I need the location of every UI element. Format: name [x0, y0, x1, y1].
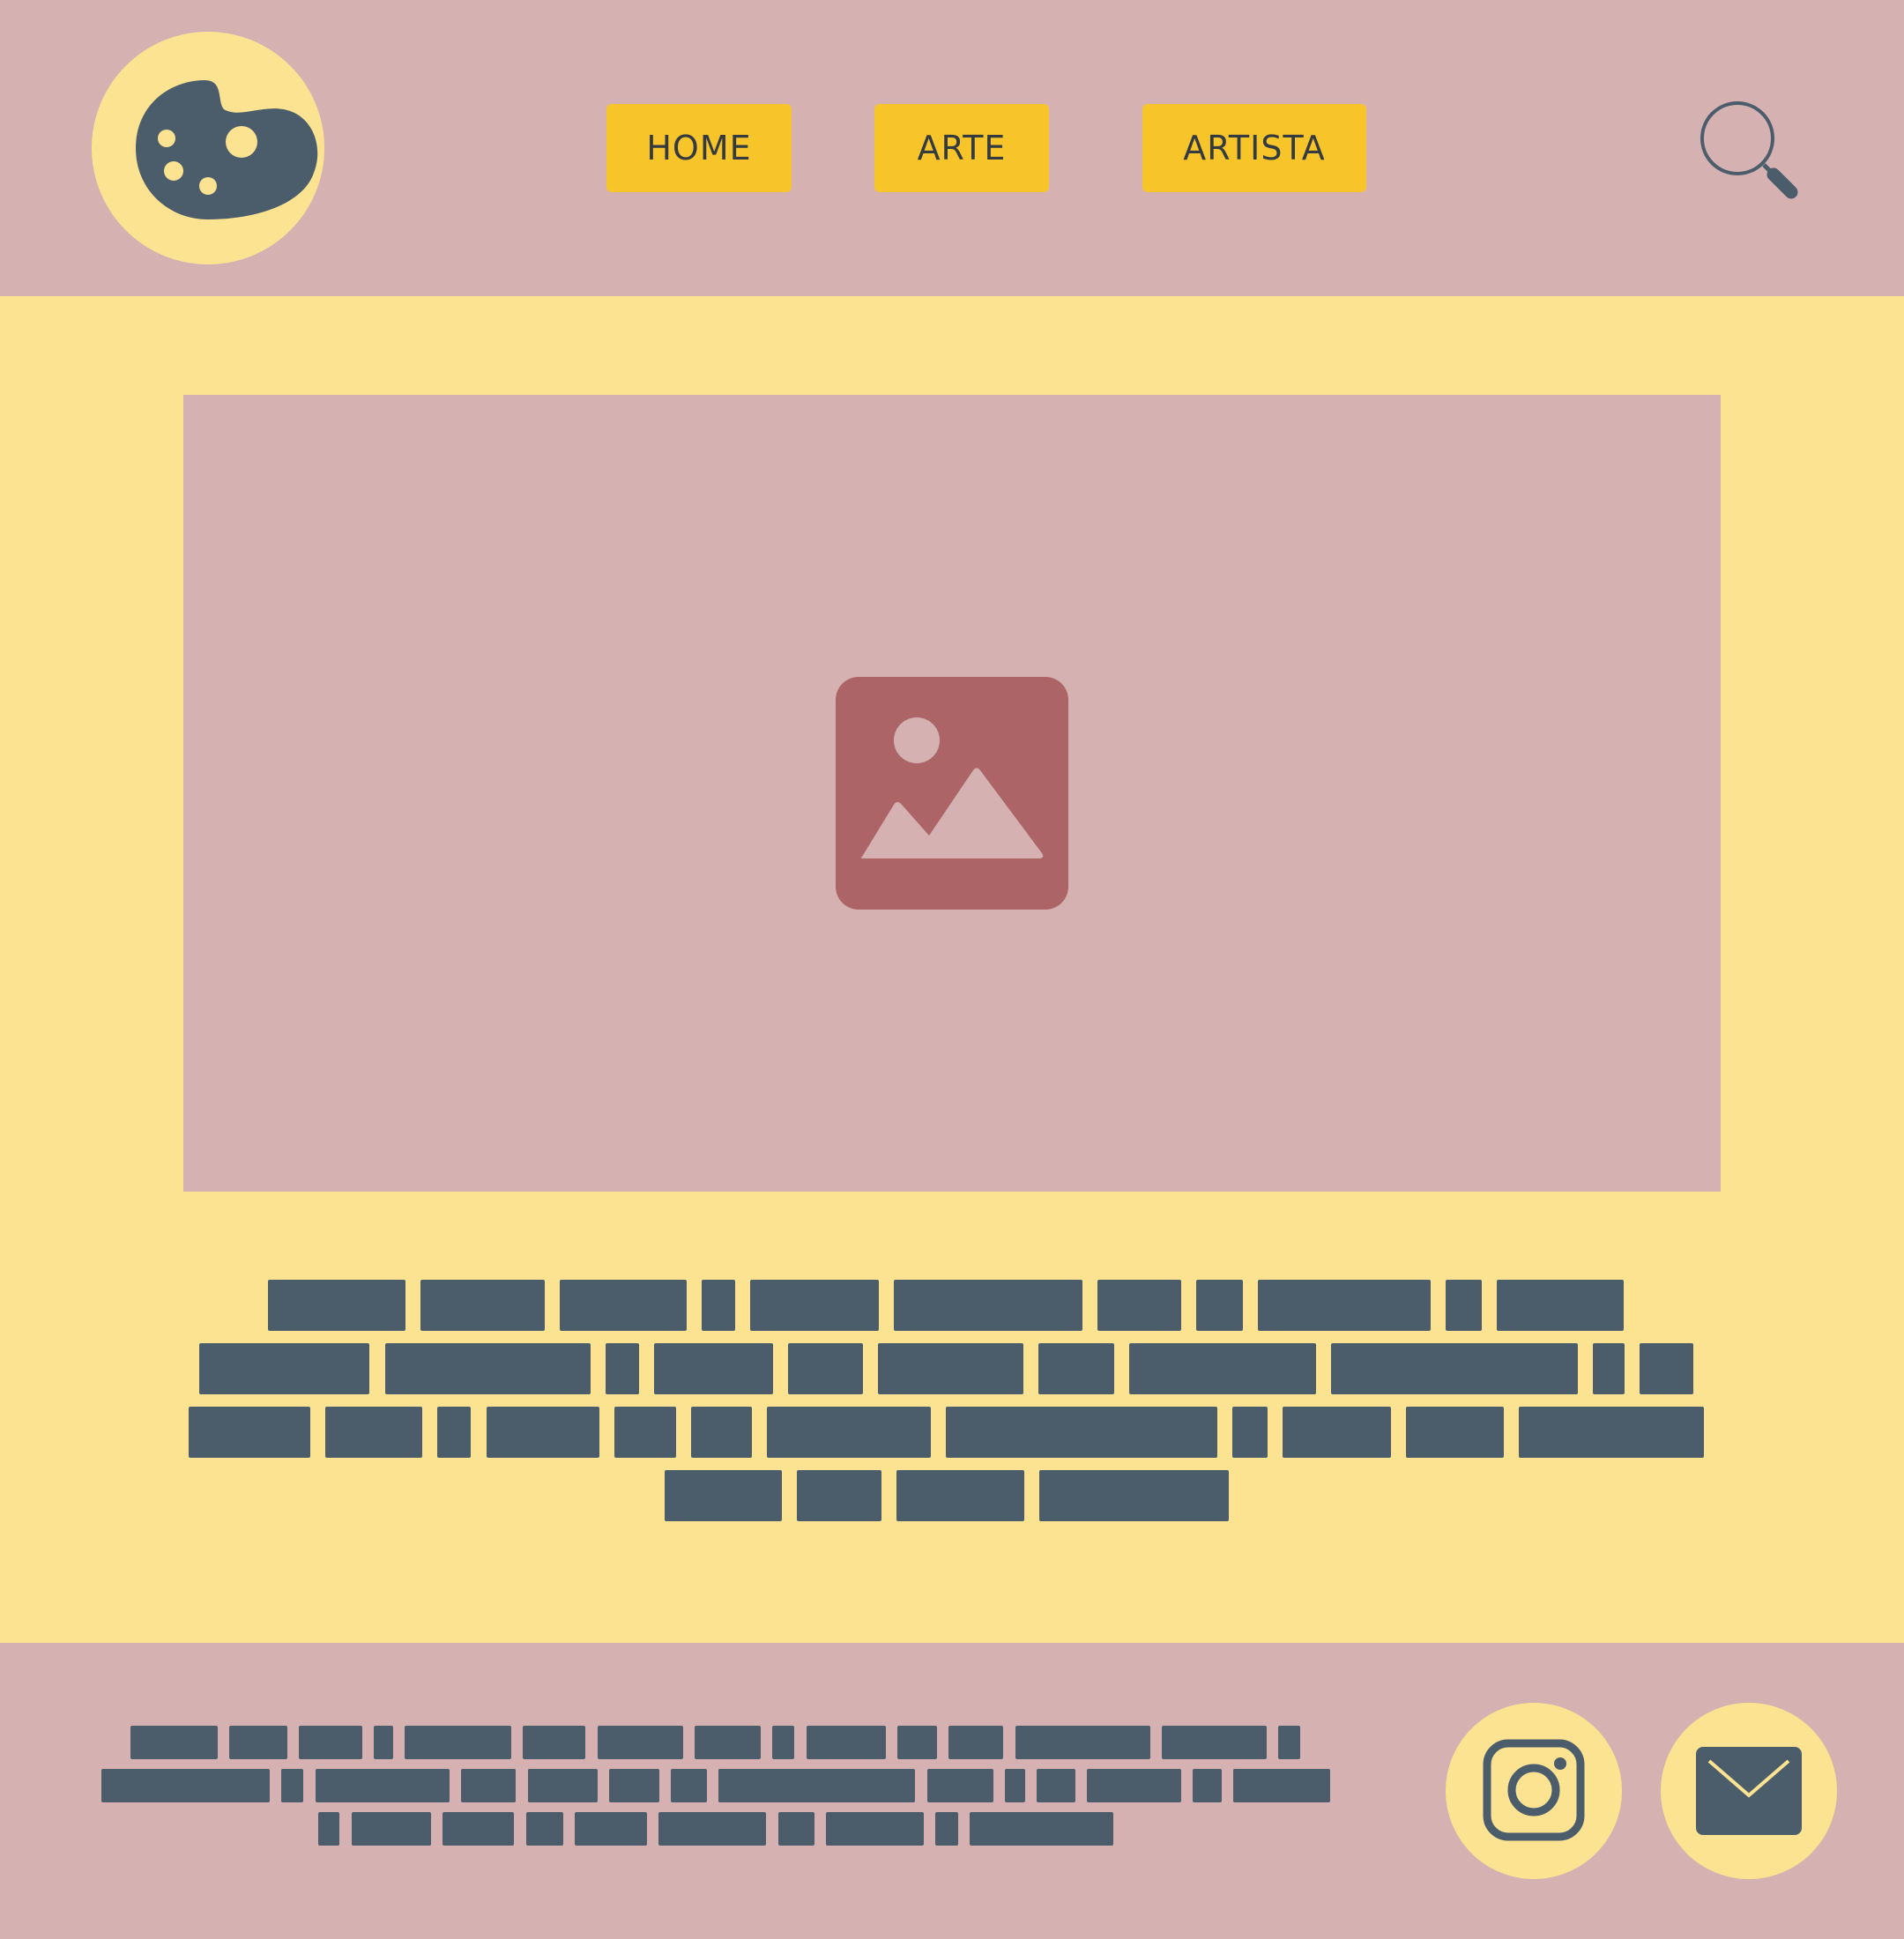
- text-word: [281, 1769, 303, 1802]
- text-word: [1162, 1726, 1267, 1759]
- text-word: [797, 1470, 881, 1521]
- text-word: [1129, 1343, 1316, 1394]
- text-word: [767, 1407, 931, 1458]
- text-word: [1283, 1407, 1391, 1458]
- text-word: [598, 1726, 683, 1759]
- footer-text-line-3: [318, 1812, 339, 1846]
- text-word: [1519, 1407, 1704, 1458]
- mail-link[interactable]: [1661, 1703, 1837, 1879]
- text-word: [948, 1726, 1003, 1759]
- instagram-link[interactable]: [1446, 1703, 1622, 1879]
- text-word: [1005, 1769, 1025, 1802]
- text-word: [1497, 1280, 1624, 1331]
- text-word: [894, 1280, 1082, 1331]
- text-word: [325, 1407, 422, 1458]
- text-word: [654, 1343, 773, 1394]
- text-word: [927, 1769, 993, 1802]
- text-word: [896, 1470, 1024, 1521]
- text-word: [658, 1812, 766, 1846]
- text-word: [316, 1769, 450, 1802]
- text-word: [1097, 1280, 1181, 1331]
- text-word: [671, 1769, 707, 1802]
- text-word: [718, 1769, 915, 1802]
- text-word: [1233, 1769, 1330, 1802]
- text-line-3: [189, 1407, 310, 1458]
- text-word: [772, 1726, 794, 1759]
- text-word: [970, 1812, 1113, 1846]
- text-word: [1087, 1769, 1181, 1802]
- text-word: [374, 1726, 393, 1759]
- text-word: [946, 1407, 1217, 1458]
- text-word: [695, 1726, 761, 1759]
- footer-text-line-2: [101, 1769, 270, 1802]
- text-word: [807, 1726, 886, 1759]
- text-word: [1331, 1343, 1578, 1394]
- text-word: [526, 1812, 563, 1846]
- image-placeholder-icon: [836, 677, 1068, 910]
- nav-arte-button[interactable]: ARTE: [874, 104, 1049, 192]
- text-word: [1196, 1280, 1243, 1331]
- text-word: [443, 1812, 514, 1846]
- text-word: [1640, 1343, 1693, 1394]
- text-word: [299, 1726, 362, 1759]
- text-line-2: [199, 1343, 369, 1394]
- text-word: [1193, 1769, 1222, 1802]
- text-word: [1258, 1280, 1431, 1331]
- text-word: [385, 1343, 591, 1394]
- text-word: [420, 1280, 545, 1331]
- hero-image-placeholder: [183, 395, 1721, 1192]
- site-header: HOME ARTE ARTISTA: [0, 0, 1904, 296]
- text-word: [897, 1726, 937, 1759]
- text-word: [437, 1407, 471, 1458]
- text-word: [1038, 1343, 1114, 1394]
- text-word: [1406, 1407, 1504, 1458]
- text-word: [1039, 1470, 1229, 1521]
- text-word: [878, 1343, 1023, 1394]
- text-word: [606, 1343, 639, 1394]
- text-word: [1593, 1343, 1625, 1394]
- text-word: [523, 1726, 585, 1759]
- text-word: [528, 1769, 598, 1802]
- text-word: [609, 1769, 659, 1802]
- text-word: [614, 1407, 676, 1458]
- text-word: [750, 1280, 879, 1331]
- text-word: [826, 1812, 924, 1846]
- text-line-1: [268, 1280, 405, 1331]
- mail-icon: [1696, 1747, 1802, 1835]
- text-word: [1232, 1407, 1268, 1458]
- text-word: [691, 1407, 752, 1458]
- text-word: [1446, 1280, 1482, 1331]
- text-word: [352, 1812, 431, 1846]
- text-word: [229, 1726, 287, 1759]
- text-word: [1037, 1769, 1075, 1802]
- palette-icon: [136, 80, 318, 219]
- text-word: [788, 1343, 863, 1394]
- text-word: [575, 1812, 647, 1846]
- text-word: [1015, 1726, 1150, 1759]
- text-word: [560, 1280, 687, 1331]
- text-word: [935, 1812, 958, 1846]
- search-icon: [1700, 101, 1798, 199]
- logo[interactable]: [92, 32, 324, 264]
- text-word: [461, 1769, 516, 1802]
- text-word: [702, 1280, 735, 1331]
- text-word: [487, 1407, 599, 1458]
- nav-home-button[interactable]: HOME: [606, 104, 792, 192]
- text-line-4: [665, 1470, 782, 1521]
- text-word: [778, 1812, 814, 1846]
- text-word: [405, 1726, 511, 1759]
- search-button[interactable]: [1696, 97, 1807, 201]
- footer-text-line-1: [130, 1726, 218, 1759]
- instagram-icon: [1483, 1739, 1585, 1841]
- nav-artista-button[interactable]: ARTISTA: [1142, 104, 1366, 192]
- text-word: [1278, 1726, 1300, 1759]
